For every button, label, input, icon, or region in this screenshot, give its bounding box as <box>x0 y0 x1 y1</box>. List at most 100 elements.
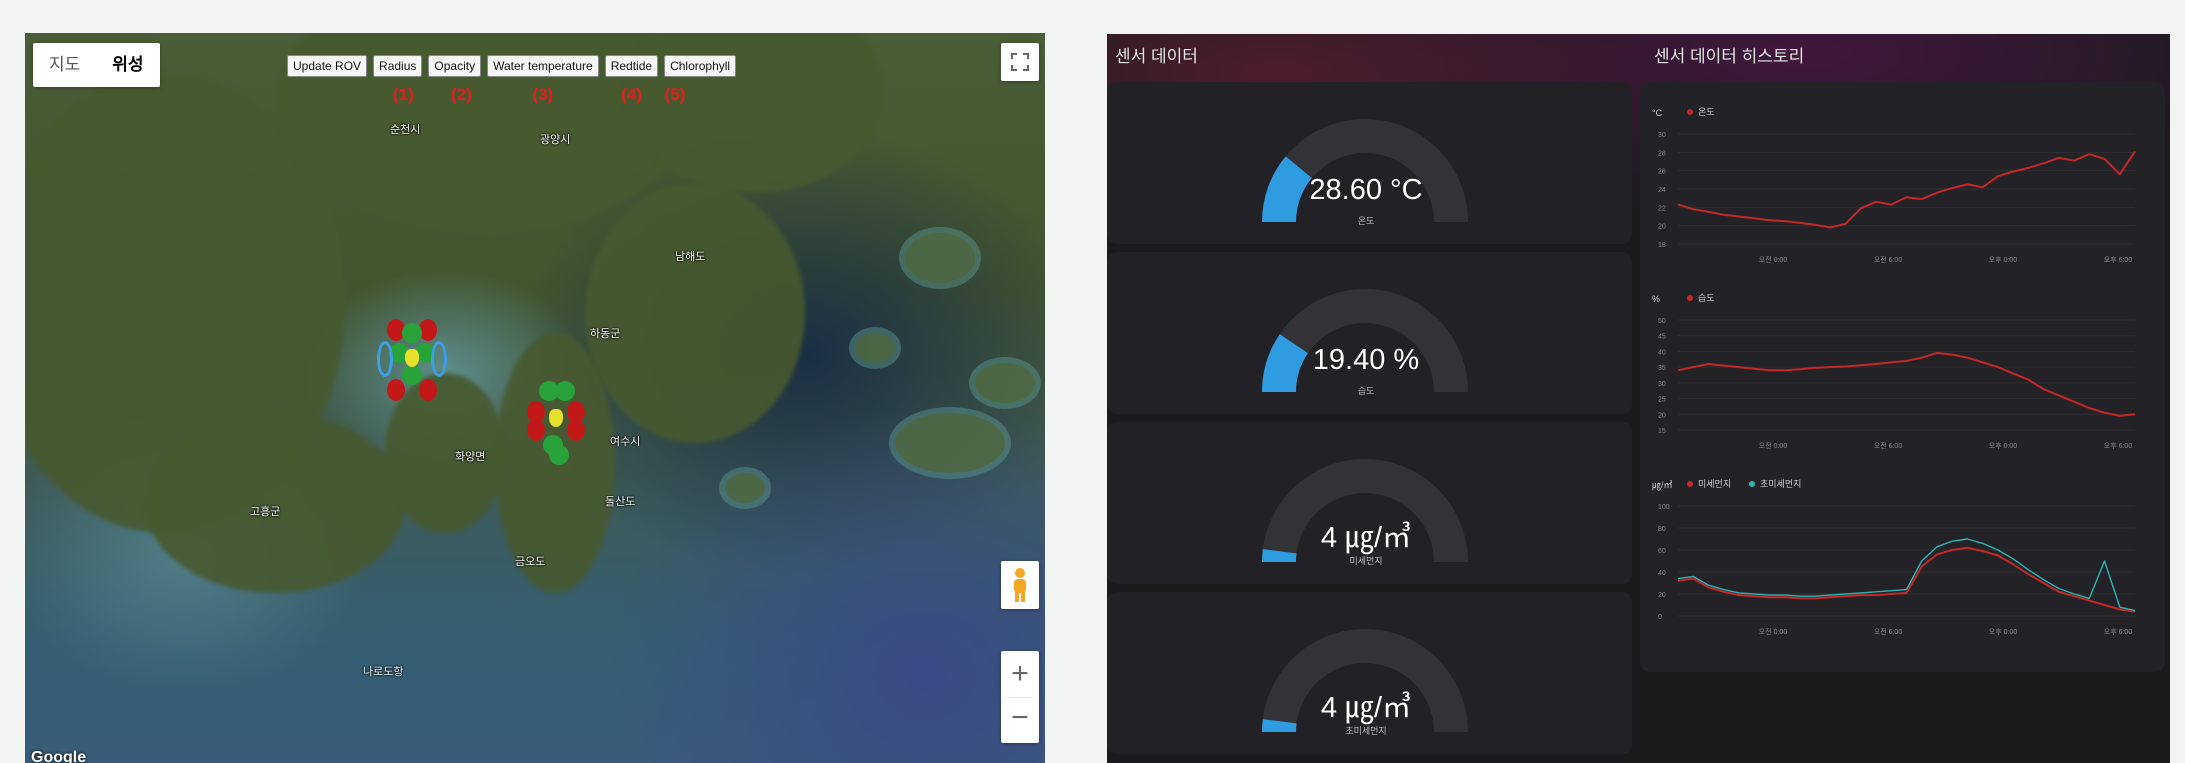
y-tick-label: 60 <box>1658 548 1666 555</box>
update-rov-button[interactable]: Update ROV <box>287 55 368 77</box>
zoom-in-button[interactable]: + <box>1011 651 1029 697</box>
place-label: 광양시 <box>540 134 571 146</box>
marker-dot <box>431 341 447 377</box>
fullscreen-button[interactable] <box>1001 43 1039 81</box>
zoom-control: + − <box>1001 651 1039 743</box>
x-tick-label: 오후 6:00 <box>2104 442 2133 450</box>
y-tick-label: 24 <box>1658 187 1666 194</box>
y-tick-label: 20 <box>1658 412 1666 419</box>
land-mass <box>585 183 805 443</box>
axis-unit-label: % <box>1652 294 1660 304</box>
x-tick-label: 오전 6:00 <box>1874 627 1903 636</box>
gauge-card-temperature: 28.60 °C 온도 <box>1107 82 1632 244</box>
map-type-map-button[interactable]: 지도 <box>33 43 96 87</box>
island <box>725 473 765 503</box>
opacity-button[interactable]: Opacity <box>428 55 482 77</box>
y-tick-label: 25 <box>1658 397 1666 404</box>
sensor-marker[interactable] <box>521 373 591 465</box>
gauge-card-pm25: 4 ㎍/㎥ 초미세먼지 <box>1107 592 1632 754</box>
marker-dot <box>387 379 405 401</box>
place-label: 남해도 <box>675 251 706 263</box>
series-line <box>1677 352 2136 417</box>
place-label: 순천시 <box>390 124 421 136</box>
y-tick-label: 45 <box>1658 334 1666 341</box>
temperature-history-chart: °C 온도 30 28 26 24 22 20 18 오전 0:00 오전 6:00 오후 0:00 오… <box>1652 107 2136 264</box>
place-label: 금오도 <box>515 556 546 568</box>
x-tick-label: 오전 6:00 <box>1874 255 1903 264</box>
y-tick-label: 30 <box>1658 381 1666 388</box>
legend-label: 습도 <box>1698 293 1715 303</box>
marker-number: (1) <box>393 85 414 104</box>
marker-dot <box>549 445 569 465</box>
marker-dot <box>405 349 419 367</box>
x-tick-label: 오전 0:00 <box>1759 441 1788 450</box>
street-view-button[interactable] <box>1001 561 1039 609</box>
humidity-history-chart: % 습도 50 45 40 35 30 25 20 15 오전 0:00 오전 6:00 오후 0:00… <box>1652 293 2136 450</box>
marker-number: (3) <box>532 85 554 104</box>
island <box>855 333 895 363</box>
place-label: 나로도항 <box>363 666 404 678</box>
gauge-value: 19.40 % <box>1312 344 1420 376</box>
x-tick-label: 오후 6:00 <box>2104 628 2133 636</box>
map-view[interactable]: 순천시 광양시 남해도 여수시 하동군 돌산도 금오도 나로도항 화양면 고흥군… <box>25 33 1045 763</box>
legend-swatch <box>1687 295 1693 301</box>
gauge-value: 4 ㎍/㎥ <box>1320 692 1412 724</box>
x-tick-label: 오후 0:00 <box>1989 628 2018 636</box>
place-label: 돌산도 <box>605 496 636 508</box>
legend-label: 미세먼지 <box>1698 479 1731 489</box>
x-tick-label: 오전 0:00 <box>1759 255 1788 264</box>
marker-dot <box>419 379 437 401</box>
radius-button[interactable]: Radius <box>373 55 423 77</box>
dust-history-chart: ㎍/㎥ 미세먼지 초미세먼지 100 80 60 40 20 0 오전 0:00 오전 6:00 오후… <box>1652 479 2136 636</box>
y-tick-label: 80 <box>1658 526 1666 533</box>
map-type-control[interactable]: 지도 위성 <box>33 43 160 87</box>
gauge-label: 미세먼지 <box>1349 556 1383 566</box>
place-label: 여수시 <box>610 436 641 448</box>
chlorophyll-button[interactable]: Chlorophyll <box>664 55 737 77</box>
y-tick-label: 40 <box>1658 349 1666 356</box>
sensor-dashboard: 센서 데이터 센서 데이터 히스토리 28.60 °C 온도 19.40 % 습… <box>1107 34 2170 763</box>
gauge-value: 28.60 °C <box>1309 174 1423 206</box>
gauge-card-pm10: 4 ㎍/㎥ 미세먼지 <box>1107 422 1632 584</box>
fullscreen-icon <box>1011 53 1029 71</box>
y-tick-label: 18 <box>1658 242 1666 249</box>
pegman-icon <box>1014 568 1026 602</box>
legend-swatch <box>1749 481 1755 487</box>
place-label: 고흥군 <box>250 506 281 518</box>
x-tick-label: 오전 0:00 <box>1759 627 1788 636</box>
marker-dot <box>377 341 393 377</box>
sensor-marker[interactable] <box>377 313 447 403</box>
x-tick-label: 오후 0:00 <box>1989 256 2018 264</box>
legend-label: 초미세먼지 <box>1760 479 1801 489</box>
marker-number: (2) <box>451 85 472 104</box>
y-tick-label: 20 <box>1658 592 1666 599</box>
redtide-button[interactable]: Redtide <box>604 55 659 77</box>
y-tick-label: 100 <box>1658 504 1670 511</box>
marker-number: (4) <box>621 85 642 104</box>
island <box>895 413 1005 473</box>
gauge-value: 4 ㎍/㎥ <box>1320 522 1412 554</box>
marker-dot <box>402 323 422 343</box>
y-tick-label: 22 <box>1658 205 1666 212</box>
map-type-satellite-button[interactable]: 위성 <box>96 43 159 87</box>
marker-dot <box>402 365 422 385</box>
x-tick-label: 오후 0:00 <box>1989 442 2018 450</box>
y-tick-label: 0 <box>1658 614 1662 621</box>
marker-number: (5) <box>664 85 686 104</box>
marker-dot <box>549 409 563 427</box>
y-tick-label: 35 <box>1658 365 1666 372</box>
axis-unit-label: ㎍/㎥ <box>1652 480 1673 491</box>
y-tick-label: 15 <box>1658 428 1666 435</box>
water-temperature-button[interactable]: Water temperature <box>487 55 599 77</box>
gauge-card-humidity: 19.40 % 습도 <box>1107 252 1632 414</box>
y-tick-label: 30 <box>1658 132 1666 139</box>
zoom-out-button[interactable]: − <box>1007 697 1033 743</box>
marker-dot <box>567 419 585 441</box>
marker-dot <box>527 419 545 441</box>
y-tick-label: 40 <box>1658 570 1666 577</box>
marker-dot <box>555 381 575 401</box>
sensor-history-title: 센서 데이터 히스토리 <box>1654 47 1805 66</box>
axis-unit-label: °C <box>1652 108 1663 118</box>
gauge-label: 온도 <box>1357 216 1375 226</box>
y-tick-label: 28 <box>1658 150 1666 157</box>
